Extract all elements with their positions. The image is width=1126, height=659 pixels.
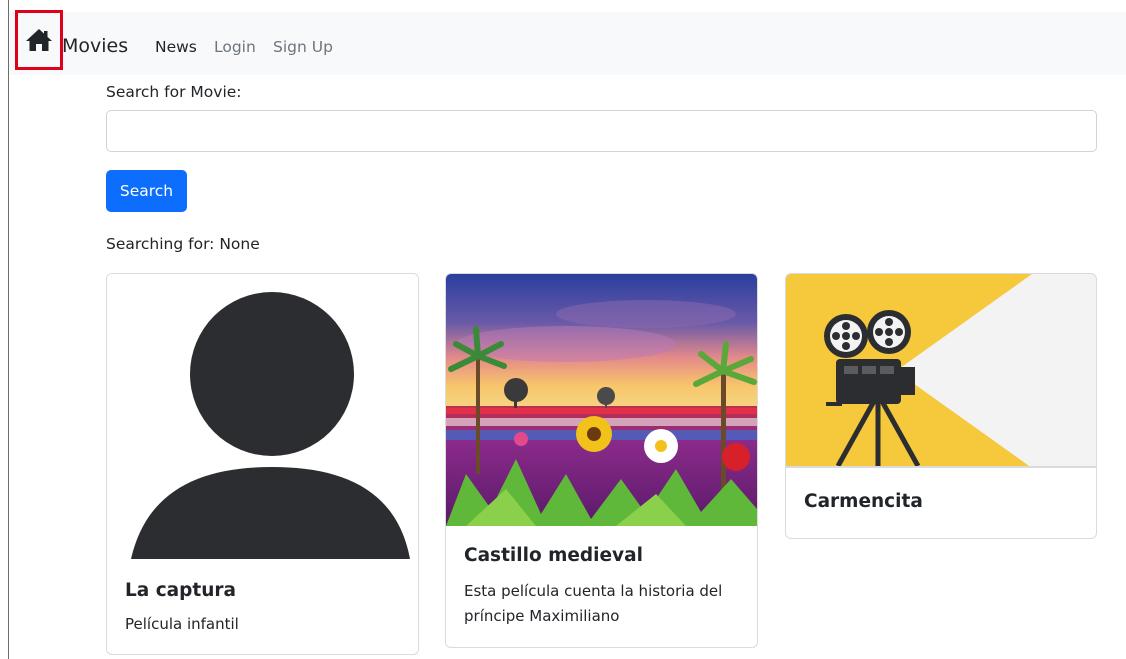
movie-title: Carmencita — [804, 491, 923, 512]
movie-card[interactable]: Carmencita — [785, 273, 1097, 539]
movie-card[interactable]: La captura Película infantil — [106, 273, 419, 655]
search-button[interactable]: Search — [106, 170, 187, 212]
nav-link-login[interactable]: Login — [214, 37, 256, 57]
movie-title: Castillo medieval — [464, 545, 643, 566]
nav-link-sign-up[interactable]: Sign Up — [273, 37, 333, 57]
tulip-field-image — [446, 274, 757, 526]
home-button[interactable] — [15, 10, 63, 70]
search-status: Searching for: None — [106, 235, 260, 253]
movie-card[interactable]: Castillo medieval Esta película cuenta l… — [445, 273, 758, 648]
nav-link-news[interactable]: News — [155, 37, 197, 57]
search-label: Search for Movie: — [106, 83, 242, 101]
brand[interactable]: Movies — [62, 34, 128, 58]
movie-title: La captura — [125, 580, 237, 601]
search-input[interactable] — [106, 110, 1097, 152]
film-projector-image — [786, 274, 1096, 468]
home-icon — [26, 29, 52, 51]
movie-description: Esta película cuenta la historia del prí… — [464, 582, 723, 625]
page-left-border — [8, 0, 9, 659]
movie-description: Película infantil — [125, 615, 239, 633]
avatar-placeholder-image — [107, 274, 418, 559]
